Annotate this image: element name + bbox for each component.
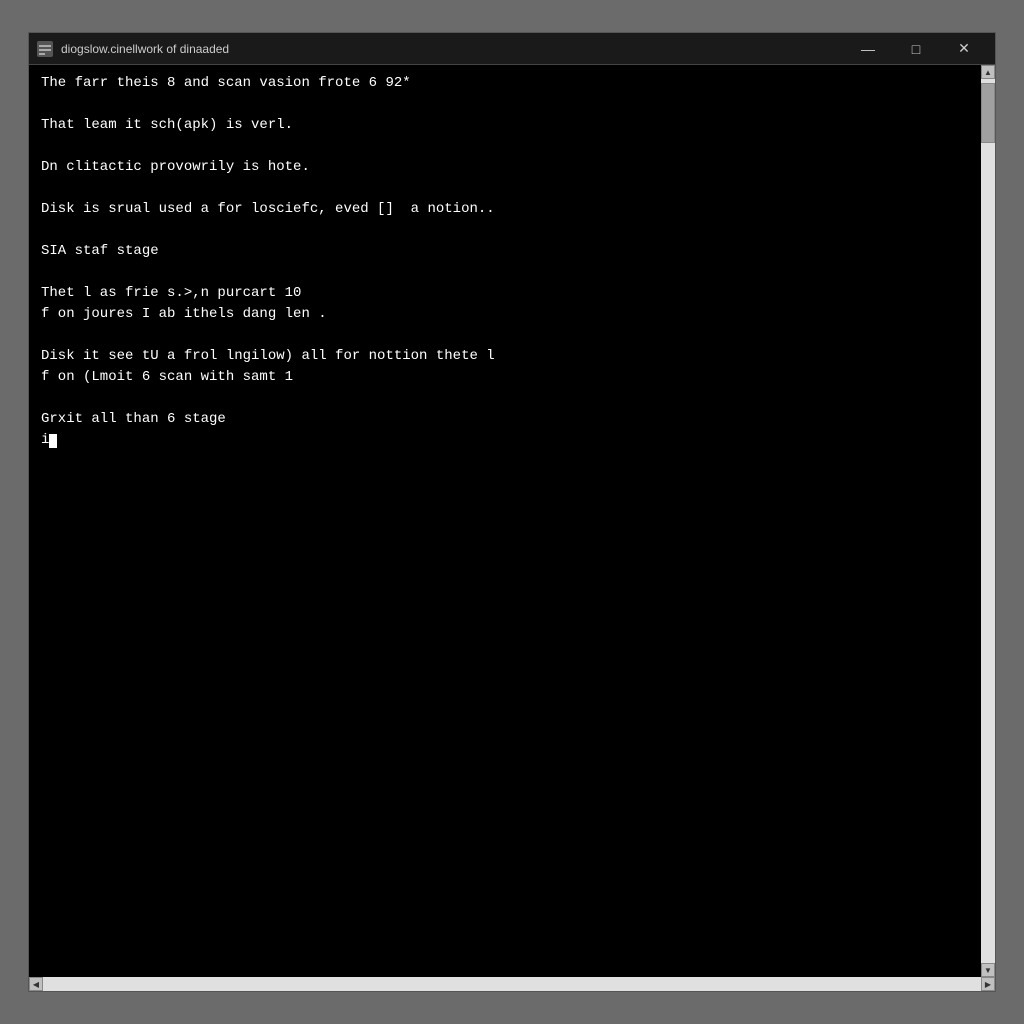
window-title: diogslow.cinellwork of dinaaded — [61, 42, 845, 56]
terminal-output[interactable]: The farr theis 8 and scan vasion frote 6… — [29, 65, 981, 977]
maximize-button[interactable]: □ — [893, 33, 939, 65]
close-button[interactable]: ✕ — [941, 33, 987, 65]
vertical-scrollbar[interactable]: ▲ ▼ — [981, 65, 995, 977]
titlebar: diogslow.cinellwork of dinaaded — □ ✕ — [29, 33, 995, 65]
terminal-line — [41, 94, 969, 115]
scroll-track[interactable] — [981, 79, 995, 963]
terminal-line — [41, 262, 969, 283]
window-icon — [37, 41, 53, 57]
terminal-line — [41, 136, 969, 157]
h-scroll-track[interactable] — [43, 977, 981, 991]
terminal-line: i — [41, 430, 969, 451]
terminal-line — [41, 325, 969, 346]
horizontal-scrollbar[interactable]: ◀ ▶ — [29, 977, 995, 991]
terminal-line — [41, 178, 969, 199]
terminal-cursor — [49, 434, 57, 448]
terminal-line: Thet l as frie s.>,n purcart 10 — [41, 283, 969, 304]
content-area: The farr theis 8 and scan vasion frote 6… — [29, 65, 995, 977]
terminal-window: diogslow.cinellwork of dinaaded — □ ✕ Th… — [28, 32, 996, 992]
terminal-line: SIA staf stage — [41, 241, 969, 262]
minimize-button[interactable]: — — [845, 33, 891, 65]
terminal-line: The farr theis 8 and scan vasion frote 6… — [41, 73, 969, 94]
terminal-line: Disk is srual used a for losciefc, eved … — [41, 199, 969, 220]
terminal-line — [41, 220, 969, 241]
terminal-line — [41, 388, 969, 409]
terminal-line: That leam it sch(apk) is verl. — [41, 115, 969, 136]
window-controls: — □ ✕ — [845, 33, 987, 65]
terminal-line: Grxit all than 6 stage — [41, 409, 969, 430]
scroll-up-arrow[interactable]: ▲ — [981, 65, 995, 79]
terminal-line: Dn clitactic provowrily is hote. — [41, 157, 969, 178]
scroll-thumb[interactable] — [981, 83, 995, 143]
scroll-left-arrow[interactable]: ◀ — [29, 977, 43, 991]
terminal-line: f on (Lmoit 6 scan with samt 1 — [41, 367, 969, 388]
terminal-line: Disk it see tU a frol lngilow) all for n… — [41, 346, 969, 367]
scroll-down-arrow[interactable]: ▼ — [981, 963, 995, 977]
terminal-line: f on joures I ab ithels dang len . — [41, 304, 969, 325]
scroll-right-arrow[interactable]: ▶ — [981, 977, 995, 991]
